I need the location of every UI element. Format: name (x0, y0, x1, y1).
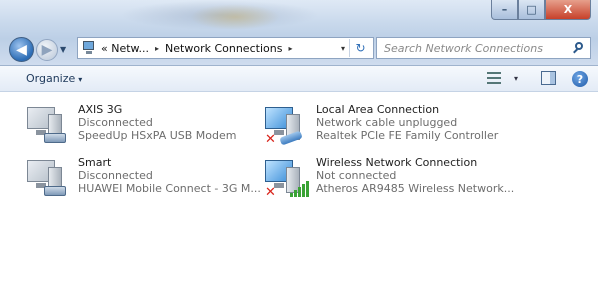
breadcrumb-network-connections[interactable]: Network Connections (165, 42, 282, 55)
preview-pane-icon[interactable] (541, 71, 556, 85)
change-view-icon[interactable] (487, 71, 501, 85)
connection-item-axis-3g[interactable]: AXIS 3G Disconnected SpeedUp HSxPA USB M… (24, 103, 294, 153)
background-blur (190, 4, 280, 30)
network-folder-icon (81, 40, 97, 56)
signal-bars-icon (282, 181, 309, 197)
navigation-buttons: ◀ ▶ ▼ (9, 37, 66, 62)
connection-device: SpeedUp HSxPA USB Modem (78, 129, 237, 142)
modem-icon (24, 103, 72, 149)
connection-name: AXIS 3G (78, 103, 123, 116)
back-arrow-icon: ◀ (16, 41, 27, 58)
connection-device: Realtek PCIe FE Family Controller (316, 129, 499, 142)
recent-pages-dropdown[interactable]: ▼ (60, 45, 66, 54)
forward-arrow-icon: ▶ (41, 41, 53, 58)
breadcrumb-separator[interactable]: ▸ (155, 44, 159, 53)
connection-name: Local Area Connection (316, 103, 440, 116)
breadcrumb-separator[interactable]: ▸ (288, 44, 292, 53)
connection-status: Disconnected (78, 169, 153, 182)
connection-status: Disconnected (78, 116, 153, 129)
connection-status: Not connected (316, 169, 397, 182)
organize-label: Organize (26, 72, 76, 85)
refresh-button[interactable]: ↻ (349, 39, 371, 57)
search-input[interactable]: Search Network Connections (377, 42, 543, 55)
window-controls: – □ X (491, 0, 591, 20)
connection-name: Smart (78, 156, 112, 169)
connection-name: Wireless Network Connection (316, 156, 478, 169)
forward-button[interactable]: ▶ (36, 38, 58, 61)
view-options-dropdown[interactable]: ▾ (514, 74, 518, 83)
connections-list: AXIS 3G Disconnected SpeedUp HSxPA USB M… (0, 93, 598, 304)
maximize-button[interactable]: □ (518, 0, 545, 20)
address-dropdown-button[interactable]: ▾ (341, 44, 345, 53)
search-box[interactable]: Search Network Connections (376, 37, 591, 59)
help-icon[interactable]: ? (572, 71, 588, 87)
minimize-button[interactable]: – (491, 0, 518, 20)
disconnected-x-icon: ✕ (265, 185, 276, 200)
connection-item-wireless[interactable]: ✕ Wireless Network Connection Not connec… (262, 156, 532, 206)
title-bar: – □ X ◀ ▶ ▼ « Netw... ▸ Network Connecti… (0, 0, 598, 66)
address-bar[interactable]: « Netw... ▸ Network Connections ▸ ▾ ↻ (77, 37, 374, 59)
connection-device: HUAWEI Mobile Connect - 3G M... (78, 182, 261, 195)
command-bar: Organize ▾ ▾ ? (0, 66, 598, 92)
wireless-icon: ✕ (262, 156, 310, 202)
connection-device: Atheros AR9485 Wireless Network... (316, 182, 515, 195)
modem-icon (24, 156, 72, 202)
connection-item-smart[interactable]: Smart Disconnected HUAWEI Mobile Connect… (24, 156, 294, 206)
organize-menu[interactable]: Organize ▾ (26, 72, 82, 85)
breadcrumb-network[interactable]: « Netw... (101, 42, 149, 55)
back-button[interactable]: ◀ (9, 37, 34, 62)
ethernet-icon: ✕ (262, 103, 310, 149)
connection-status: Network cable unplugged (316, 116, 458, 129)
disconnected-x-icon: ✕ (265, 132, 276, 147)
connection-item-local-area[interactable]: ✕ Local Area Connection Network cable un… (262, 103, 532, 153)
close-button[interactable]: X (545, 0, 591, 20)
search-icon[interactable] (572, 41, 586, 55)
chevron-down-icon: ▾ (78, 75, 83, 84)
